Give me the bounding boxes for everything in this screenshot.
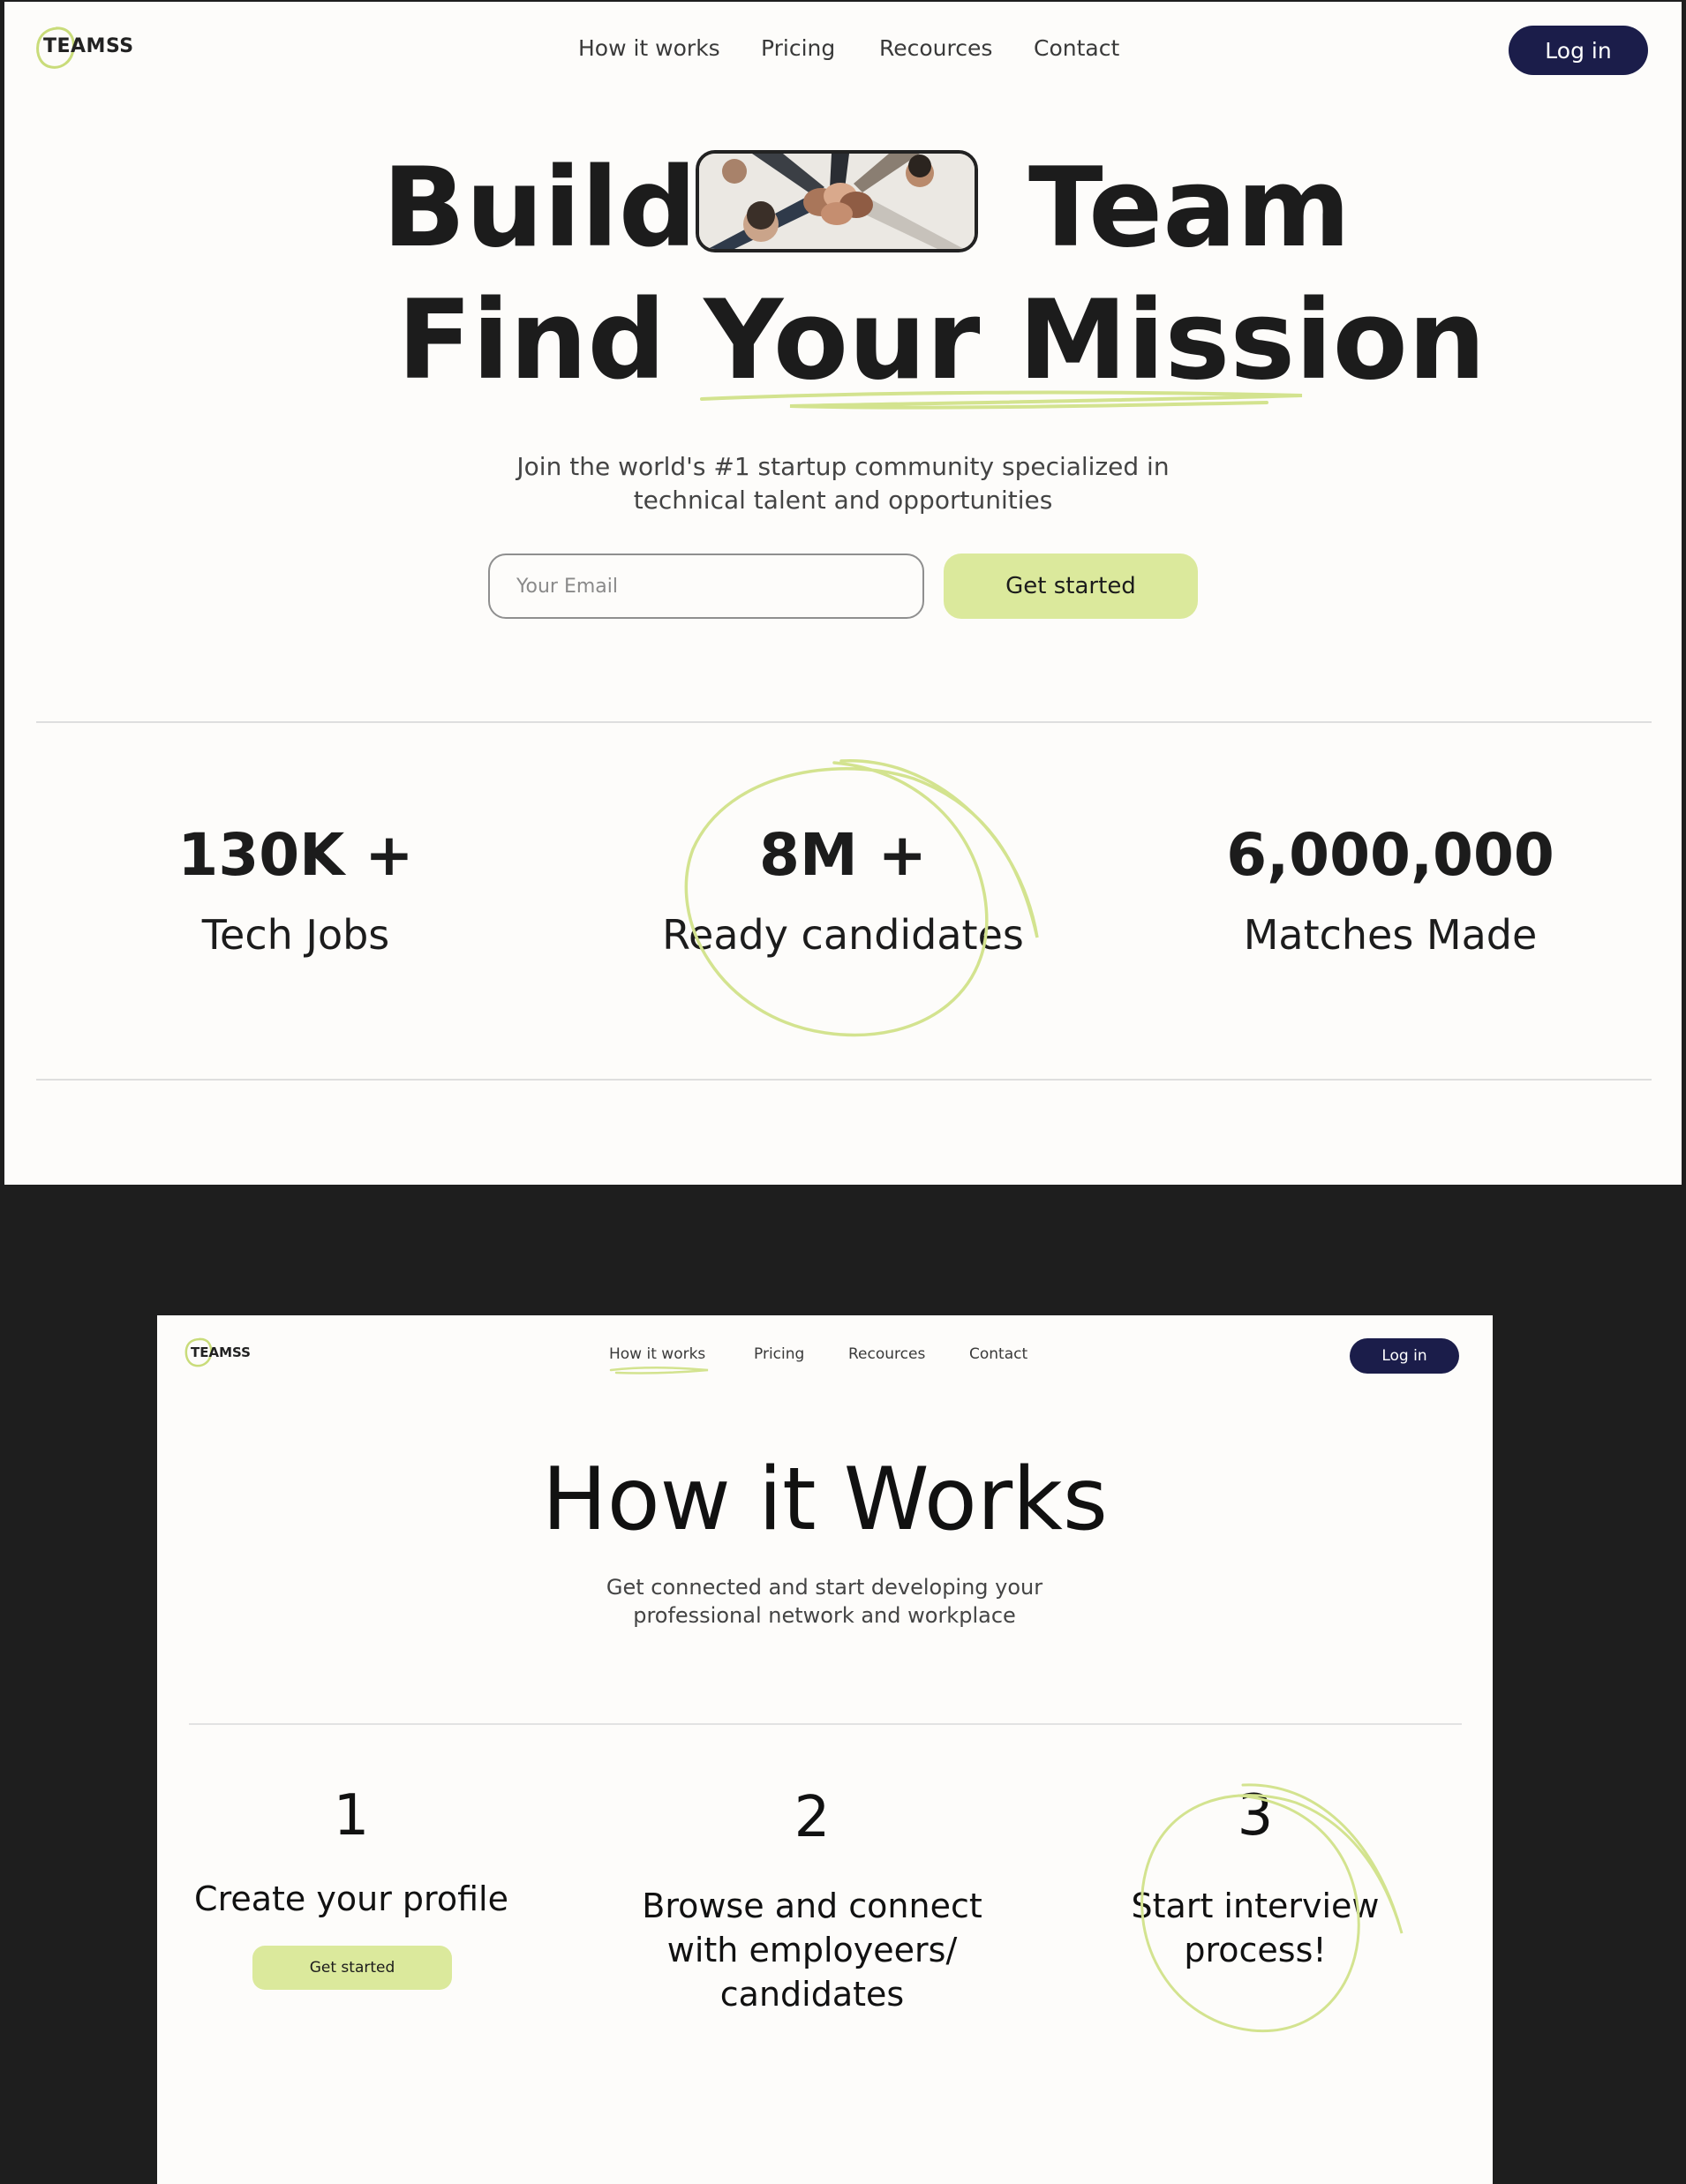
team-photo [696, 150, 978, 252]
get-started-button[interactable]: Get started [944, 554, 1198, 619]
stat-label-matches-made: Matches Made [1243, 911, 1538, 959]
landing-page-hero-frame: TEAMSS How it works Pricing Recources Co… [4, 2, 1682, 1185]
section-subtitle: Get connected and start developing your … [471, 1573, 1178, 1630]
highlight-circle-scribble-icon [684, 759, 1039, 1037]
nav-how-it-works[interactable]: How it works [609, 1345, 705, 1363]
step-2-line1: Browse and connect [642, 1887, 982, 1925]
hero-word-build: Build [382, 145, 697, 272]
step-2-line3: candidates [719, 1975, 905, 2014]
stat-value-tech-jobs: 130K + [177, 821, 414, 889]
hero-subtitle: Join the world's #1 startup community sp… [446, 450, 1240, 517]
hero-word-team: Team [1028, 145, 1351, 272]
mission-underline-scribble-icon [700, 390, 1303, 410]
step-2-line2: with employeers/ [666, 1931, 958, 1969]
step-1-number: 1 [333, 1783, 370, 1849]
nav-pricing[interactable]: Pricing [761, 35, 835, 61]
login-button[interactable]: Log in [1350, 1338, 1459, 1374]
how-it-works-frame: TEAMSS How it works Pricing Recources Co… [157, 1315, 1493, 2184]
active-nav-underline-icon [609, 1367, 709, 1374]
nav-contact[interactable]: Contact [1034, 35, 1119, 61]
section-title: How it Works [542, 1450, 1108, 1550]
section-subtitle-line1: Get connected and start developing your [606, 1575, 1043, 1600]
stat-label-tech-jobs: Tech Jobs [201, 911, 390, 959]
steps-divider [189, 1723, 1462, 1725]
stats-top-divider [36, 721, 1652, 723]
step-2-number: 2 [794, 1785, 831, 1850]
section-subtitle-line2: professional network and workplace [633, 1603, 1016, 1628]
hero-subtitle-line2: technical talent and opportunities [633, 486, 1053, 515]
stat-value-matches-made: 6,000,000 [1226, 821, 1554, 889]
step-2-text: Browse and connect with employeers/ cand… [636, 1884, 989, 2016]
hero-subtitle-line1: Join the world's #1 startup community sp… [516, 452, 1170, 481]
nav-resources[interactable]: Recources [848, 1345, 925, 1363]
step-1-get-started-button[interactable]: Get started [252, 1946, 452, 1990]
nav-resources[interactable]: Recources [879, 35, 992, 61]
step-1-text: Create your profile [194, 1879, 508, 1918]
hero-line-find-your-mission: Find Your Mission [397, 277, 1487, 404]
brand-logo[interactable]: TEAMSS [191, 1344, 251, 1360]
login-button[interactable]: Log in [1509, 26, 1648, 75]
highlight-circle-scribble-icon [1140, 1783, 1404, 2033]
brand-logo[interactable]: TEAMSS [43, 35, 134, 57]
nav-contact[interactable]: Contact [969, 1345, 1027, 1363]
stats-bottom-divider [36, 1079, 1652, 1081]
nav-how-it-works[interactable]: How it works [578, 35, 720, 61]
nav-pricing[interactable]: Pricing [754, 1345, 804, 1363]
email-input[interactable] [488, 554, 924, 619]
team-fist-bump-photo-icon [699, 154, 975, 249]
